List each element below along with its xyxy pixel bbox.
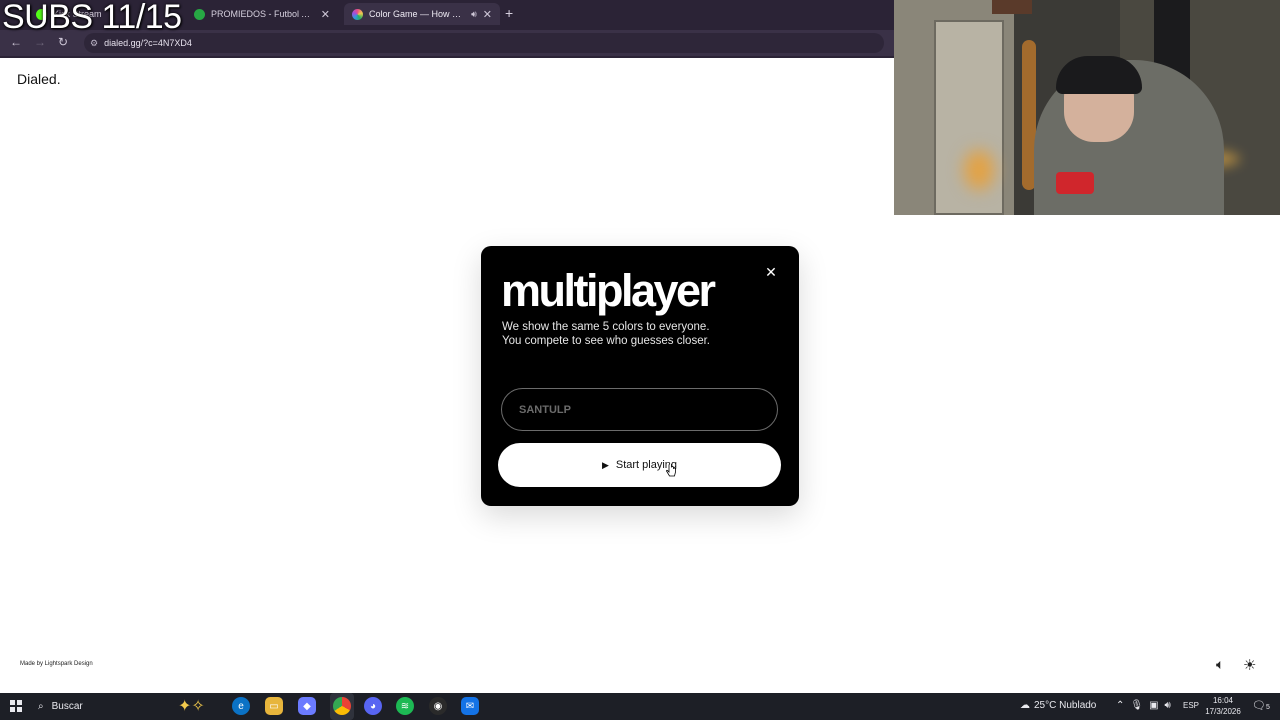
cloud-icon: ☁ xyxy=(1020,700,1030,711)
chrome-icon[interactable] xyxy=(333,697,351,715)
webcam-frame xyxy=(992,0,1032,14)
notification-icon[interactable]: 🗨︎5 xyxy=(1252,699,1270,712)
notification-count: 5 xyxy=(1265,704,1270,711)
webcam-microphone xyxy=(1056,172,1094,194)
multiplayer-modal: ✕ multiplayer We show the same 5 colors … xyxy=(481,246,799,506)
speaker-icon[interactable]: 🔊︎ xyxy=(471,9,477,20)
description-line: You compete to see who guesses closer. xyxy=(502,335,710,347)
system-tray: ⌃ 🎙︎ ▣ 🔊︎ xyxy=(1116,700,1171,711)
play-icon: ▶ xyxy=(601,459,609,470)
volume-icon[interactable]: 🔊︎ xyxy=(1165,700,1171,711)
close-icon[interactable]: ✕ xyxy=(763,264,779,280)
close-tab-icon[interactable]: ✕ xyxy=(321,8,330,21)
search-icon: ⌕ xyxy=(38,701,44,712)
network-icon[interactable]: ▣ xyxy=(1149,700,1158,711)
webcam-light-glow xyxy=(964,150,994,190)
close-tab-icon[interactable]: ✕ xyxy=(483,8,492,21)
theme-toggle-icon[interactable]: ☀︎ xyxy=(1243,656,1256,674)
player-name-input[interactable] xyxy=(501,388,778,431)
description-line: We show the same 5 colors to everyone. xyxy=(502,321,710,333)
spotify-icon[interactable]: ≋ xyxy=(396,697,414,715)
forward-icon[interactable]: → xyxy=(34,35,46,49)
reload-icon[interactable]: ↻ xyxy=(58,35,68,49)
chevron-up-icon[interactable]: ⌃ xyxy=(1116,700,1124,711)
webcam-overlay xyxy=(894,0,1280,215)
clock[interactable]: 16:04 17/3/2026 xyxy=(1203,695,1243,717)
start-playing-button[interactable]: ▶ Start playing xyxy=(498,443,781,487)
windows-taskbar: ⌕ Buscar ✦✧ e ▭ ◆ ◕ ≋ ◉ ✉ ☁ 25°C Nublado… xyxy=(0,693,1280,720)
language-indicator[interactable]: ESP xyxy=(1183,701,1199,710)
microphone-icon[interactable]: 🎙︎ xyxy=(1130,700,1143,711)
site-logo[interactable]: Dialed. xyxy=(17,71,61,87)
tab-title: Color Game — How Well Can You See Color? xyxy=(369,9,467,19)
sound-toggle-icon[interactable]: 🔈︎ xyxy=(1216,656,1224,673)
hand-cursor-icon xyxy=(666,464,676,477)
copilot-app-icon[interactable]: ◆ xyxy=(298,697,316,715)
edge-icon[interactable]: e xyxy=(232,697,250,715)
modal-description: We show the same 5 colors to everyone. Y… xyxy=(502,320,762,348)
clock-time: 16:04 xyxy=(1212,696,1234,705)
weather-widget[interactable]: ☁ 25°C Nublado xyxy=(1020,700,1096,711)
url-text: dialed.gg/?c=4N7XD4 xyxy=(104,38,192,48)
clock-date: 17/3/2026 xyxy=(1205,707,1241,716)
modal-title: multiplayer xyxy=(501,265,716,316)
search-label: Buscar xyxy=(51,701,83,712)
windows-start-icon[interactable] xyxy=(10,700,22,712)
discord-icon[interactable]: ◕ xyxy=(364,697,382,715)
credit-text[interactable]: Made by Lightspark Design xyxy=(20,661,93,667)
obs-icon[interactable]: ◉ xyxy=(429,697,447,715)
tab-promiedos[interactable]: PROMIEDOS - Futbol Argentino ✕ xyxy=(186,3,338,25)
new-tab-button[interactable]: + xyxy=(505,5,513,21)
address-bar[interactable]: ⚙ dialed.gg/?c=4N7XD4 xyxy=(84,33,884,53)
webcam-person-cap xyxy=(1056,56,1142,94)
outlook-icon[interactable]: ✉ xyxy=(461,697,479,715)
copilot-sparkle-icon[interactable]: ✦✧ xyxy=(178,696,205,716)
tab-title: PROMIEDOS - Futbol Argentino xyxy=(211,9,315,19)
tab-color-game[interactable]: Color Game — How Well Can You See Color?… xyxy=(344,3,500,25)
back-icon[interactable]: ← xyxy=(10,35,22,49)
site-info-icon[interactable]: ⚙ xyxy=(90,38,98,49)
taskbar-search[interactable]: ⌕ Buscar xyxy=(38,697,83,716)
subs-overlay: SUBS 11/15 xyxy=(2,0,182,36)
color-game-favicon-icon xyxy=(352,8,363,20)
file-explorer-icon[interactable]: ▭ xyxy=(265,697,283,715)
promiedos-favicon-icon xyxy=(194,8,205,20)
weather-text: 25°C Nublado xyxy=(1034,700,1097,711)
